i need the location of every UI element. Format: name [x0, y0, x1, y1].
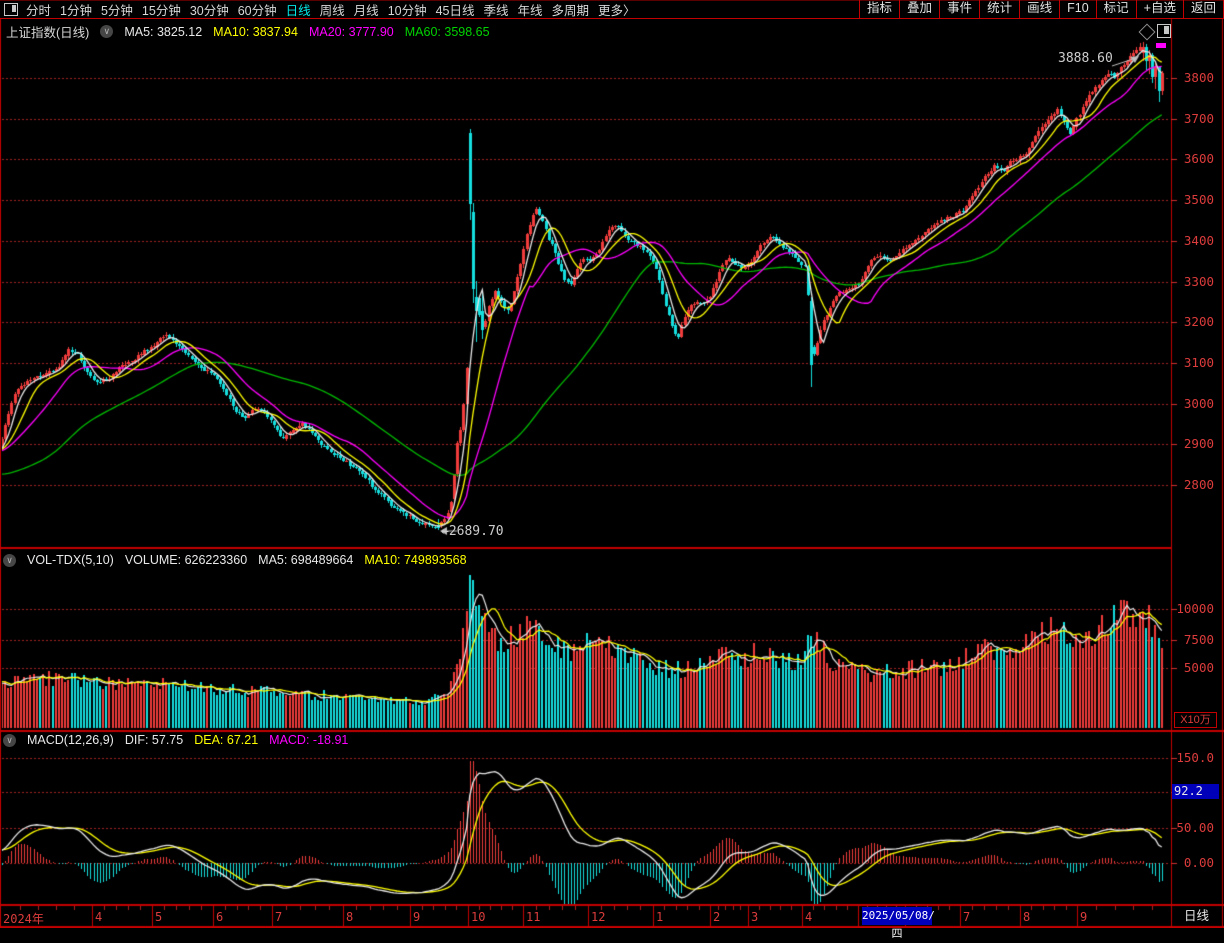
period-toolbar: 分时 1分钟 5分钟 15分钟 30分钟 60分钟日线周线月线 10分钟 45日线季线年线多周…: [0, 0, 1224, 19]
period-tab-多周期[interactable]: 多周期: [552, 0, 590, 19]
mini-panel-icon[interactable]: [1157, 24, 1171, 38]
legend-item: MACD(12,26,9): [27, 733, 114, 747]
period-tab-更多〉[interactable]: 更多〉: [598, 0, 636, 19]
legend-item: DIF: 57.75: [125, 733, 183, 747]
tool-指标[interactable]: 指标: [859, 0, 899, 19]
period-tab-分时[interactable]: 分时: [26, 0, 51, 19]
tool-画线[interactable]: 画线: [1019, 0, 1059, 19]
cursor-date-badge: 2025/05/08/四: [862, 907, 932, 925]
collapse-macd-icon[interactable]: ∨: [3, 734, 16, 747]
collapse-main-icon[interactable]: ∨: [100, 25, 113, 38]
macd-pane-header: ∨ MACD(12,26,9) DIF: 57.75 DEA: 67.21 MACD:…: [3, 733, 348, 747]
period-tabs: 分时 1分钟 5分钟 15分钟 30分钟 60分钟日线周线月线 10分钟 45日线季线年线多周…: [26, 0, 645, 19]
period-tab-季线[interactable]: 季线: [484, 0, 509, 19]
period-tab-5分钟[interactable]: 5分钟: [101, 0, 133, 19]
window-panel-icon[interactable]: [4, 3, 18, 16]
tool-事件[interactable]: 事件: [939, 0, 979, 19]
tool-F10[interactable]: F10: [1059, 0, 1096, 19]
period-tab-15分钟[interactable]: 15分钟: [142, 0, 181, 19]
tdx-stock-app: { "top_menu": { "items": [ {"label":"分时"…: [0, 0, 1224, 928]
period-tab-日线[interactable]: 日线: [286, 0, 311, 19]
main-chart-header: 上证指数(日线) ∨ MA5: 3825.12 MA10: 3837.94 MA20…: [6, 22, 490, 41]
legend-item: VOL-TDX(5,10): [27, 553, 114, 567]
legend-item: MA10: 749893568: [364, 553, 466, 567]
period-tab-周线[interactable]: 周线: [320, 0, 345, 19]
tool-统计[interactable]: 统计: [979, 0, 1019, 19]
legend-item: MA5: 3825.12: [124, 25, 202, 39]
symbol-title: 上证指数(日线): [6, 22, 89, 41]
volume-unit-label: X10万: [1174, 712, 1217, 728]
legend-item: DEA: 67.21: [194, 733, 258, 747]
magenta-marker: [1156, 43, 1166, 48]
legend-item: MA20: 3777.90: [309, 25, 394, 39]
period-tab-45日线[interactable]: 45日线: [436, 0, 475, 19]
chart-canvas[interactable]: [0, 0, 1224, 928]
period-tab-年线[interactable]: 年线: [518, 0, 543, 19]
legend-item: MA60: 3598.65: [405, 25, 490, 39]
legend-item: MA5: 698489664: [258, 553, 353, 567]
macd-axis-highlight-badge: 92.2: [1172, 784, 1219, 799]
legend-item: MA10: 3837.94: [213, 25, 298, 39]
collapse-volume-icon[interactable]: ∨: [3, 554, 16, 567]
period-tab-月线[interactable]: 月线: [354, 0, 379, 19]
tool-+自选[interactable]: +自选: [1136, 0, 1183, 19]
volume-legend: VOL-TDX(5,10) VOLUME: 626223360 MA5: 69848…: [27, 553, 467, 567]
legend-item: MACD: -18.91: [269, 733, 348, 747]
tool-返回[interactable]: 返回: [1183, 0, 1224, 19]
tool-叠加[interactable]: 叠加: [899, 0, 939, 19]
period-tab-60分钟[interactable]: 60分钟: [238, 0, 277, 19]
tool-标记[interactable]: 标记: [1096, 0, 1136, 19]
main-legend: MA5: 3825.12 MA10: 3837.94 MA20: 3777.90 MA…: [124, 25, 489, 39]
legend-item: VOLUME: 626223360: [125, 553, 247, 567]
period-tab-30分钟[interactable]: 30分钟: [190, 0, 229, 19]
tool-menu: 指标叠加事件统计画线F10标记+自选返回: [859, 0, 1224, 19]
period-corner-label: 日线: [1173, 907, 1220, 925]
volume-pane-header: ∨ VOL-TDX(5,10) VOLUME: 626223360 MA5: 698…: [3, 553, 467, 567]
period-tab-10分钟[interactable]: 10分钟: [388, 0, 427, 19]
macd-legend: MACD(12,26,9) DIF: 57.75 DEA: 67.21 MACD: -…: [27, 733, 348, 747]
period-tab-1分钟[interactable]: 1分钟: [60, 0, 92, 19]
